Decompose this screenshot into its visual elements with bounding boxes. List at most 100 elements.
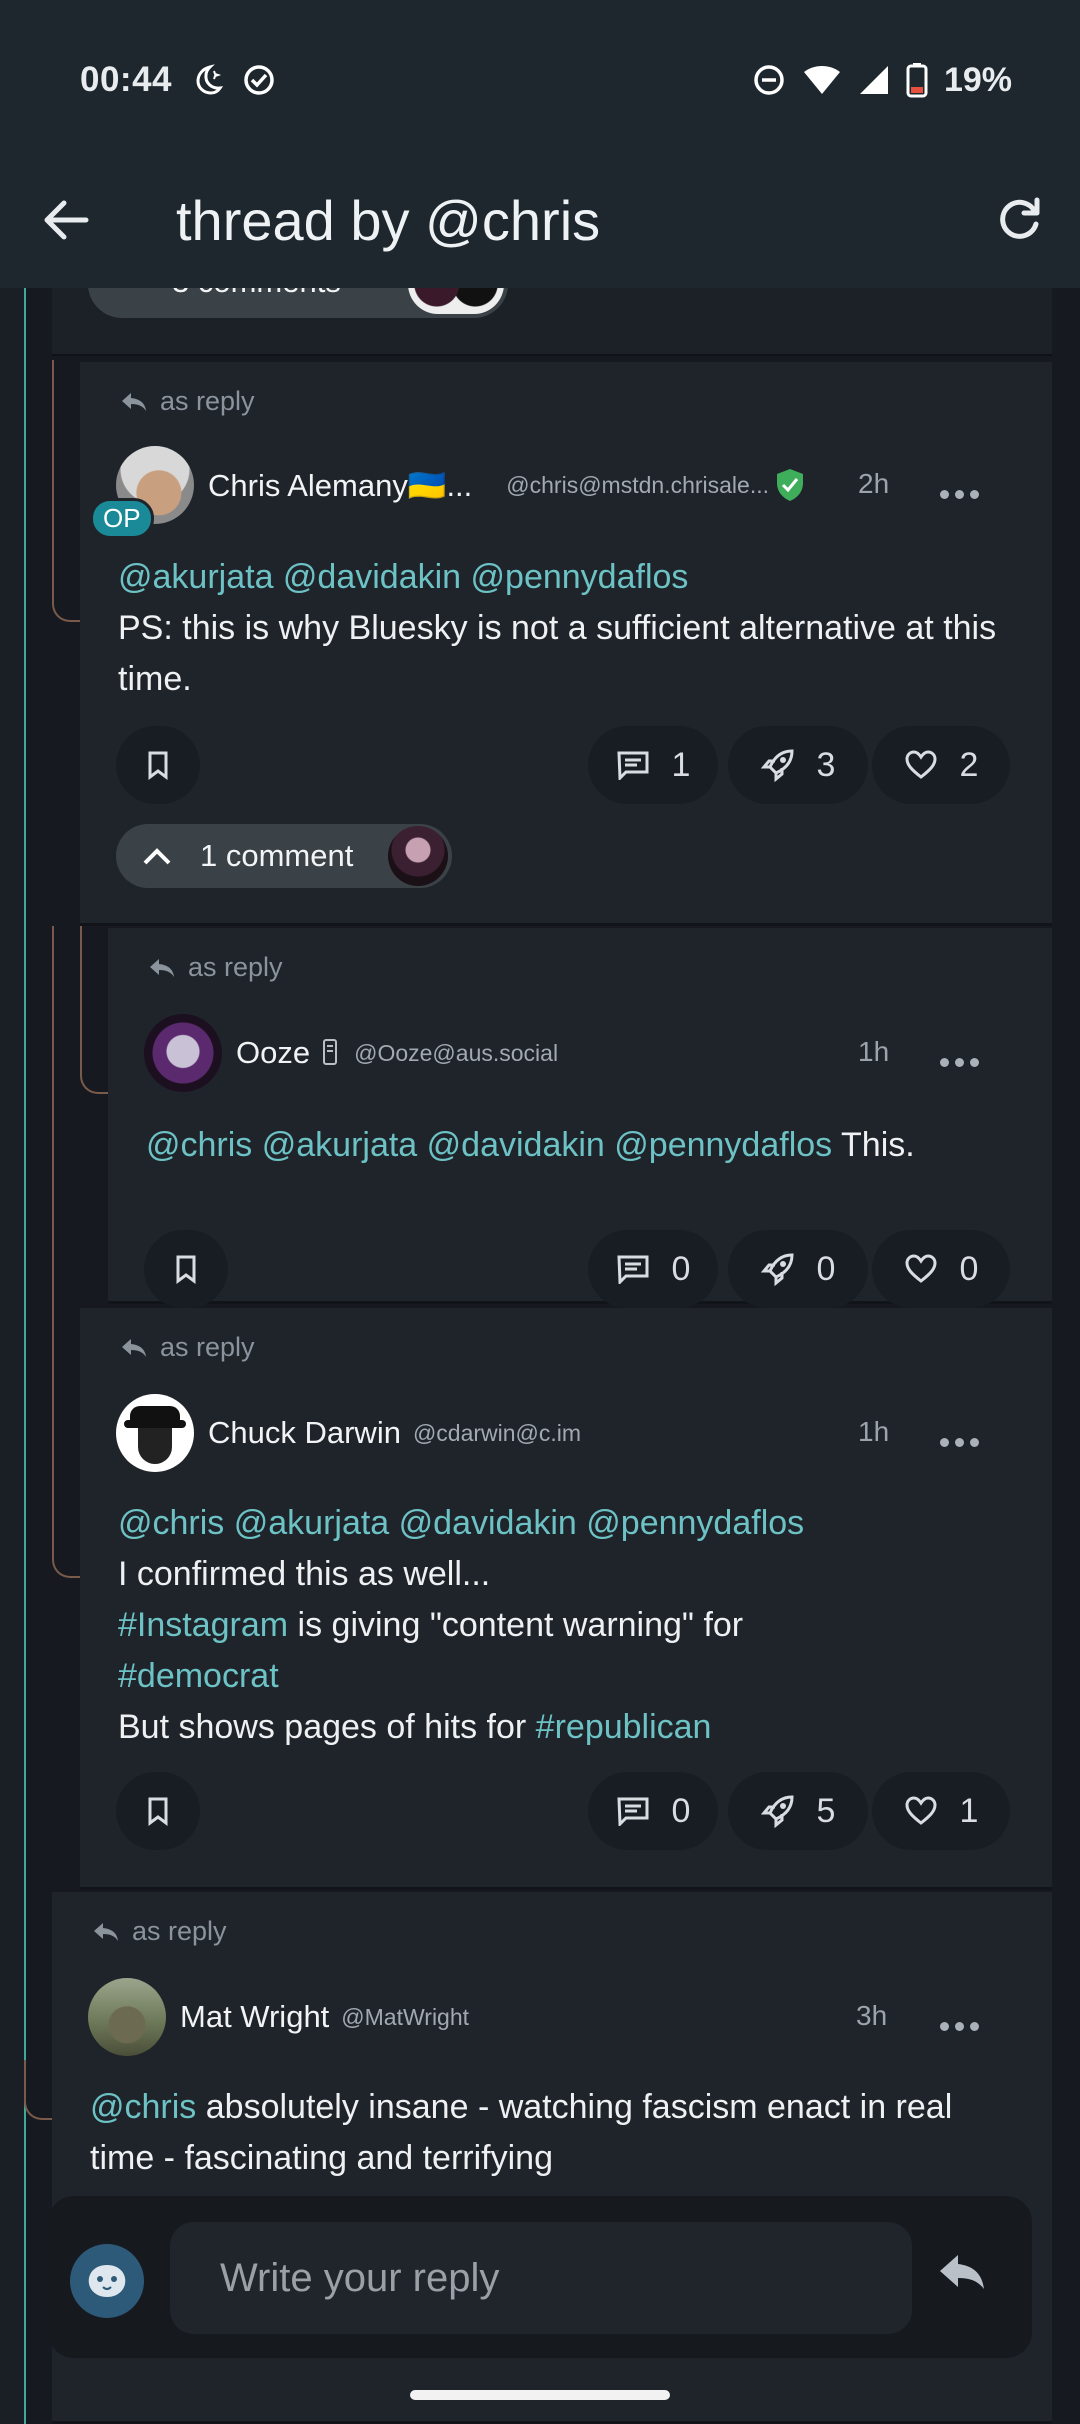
post-author[interactable]: Chris Alemany🇺🇦... @chris@mstdn.chrisale… <box>116 446 805 524</box>
send-reply-icon[interactable] <box>936 2252 988 2292</box>
author-name[interactable]: Ooze <box>236 1035 310 1071</box>
post-actions: 1 3 2 <box>116 726 1016 804</box>
author-handle[interactable]: @Ooze@aus.social <box>354 1040 558 1067</box>
post-time: 2h <box>858 468 890 499</box>
bookmark-icon <box>148 1797 168 1826</box>
heart-icon <box>905 1254 937 1283</box>
my-avatar[interactable] <box>70 2244 144 2318</box>
hashtag[interactable]: #republican <box>536 1708 712 1746</box>
dnd-icon <box>754 65 784 95</box>
post-author[interactable]: Mat Wright @MatWright <box>88 1978 469 2056</box>
boost-count: 3 <box>816 745 836 784</box>
author-handle[interactable]: @chris@mstdn.chrisale... <box>506 472 769 499</box>
author-name[interactable]: Mat Wright <box>180 1999 329 2035</box>
heart-icon <box>905 1796 937 1825</box>
post-text: PS: this is why Bluesky is not a suffici… <box>118 609 997 698</box>
thread-gutter <box>0 288 24 2424</box>
fav-count: 1 <box>959 1791 979 1830</box>
mentions[interactable]: @akurjata @davidakin @pennydaflos <box>118 552 1018 603</box>
boost-button[interactable]: 3 <box>728 726 868 804</box>
comments-pill-label: 1 comment <box>200 838 354 873</box>
reply-count: 0 <box>671 1249 691 1288</box>
mentions[interactable]: @chris @akurjata @davidakin @pennydaflos <box>118 1498 1018 1549</box>
favourite-button[interactable]: 2 <box>872 726 1010 804</box>
post-content: @chris @akurjata @davidakin @pennydaflos… <box>118 1498 1018 1753</box>
hashtag[interactable]: #Instagram <box>118 1606 288 1644</box>
post-time: 3h <box>856 2000 888 2031</box>
reply-count: 0 <box>671 1791 691 1830</box>
post-card: as reply Chuck Darwin @cdarwin@c.im 1h @… <box>80 1308 1052 1890</box>
reply-input[interactable]: Write your reply <box>170 2222 912 2334</box>
more-options-icon[interactable] <box>940 2022 979 2031</box>
home-indicator[interactable] <box>410 2390 670 2400</box>
verified-shield-icon <box>777 469 803 501</box>
rocket-icon <box>760 1795 794 1828</box>
as-reply-label: as reply <box>92 1916 227 1947</box>
more-options-icon[interactable] <box>940 1058 979 1067</box>
op-badge: OP <box>90 498 154 539</box>
favourite-button[interactable]: 0 <box>872 1230 1010 1308</box>
mentions[interactable]: @chris <box>90 2088 196 2126</box>
author-name[interactable]: Chris Alemany🇺🇦... <box>208 467 472 504</box>
author-name[interactable]: Chuck Darwin <box>208 1415 401 1451</box>
thread-connector <box>52 926 82 1578</box>
post-text-line: is giving "content warning" for <box>288 1606 744 1644</box>
bookmark-icon <box>176 1255 196 1284</box>
avatar[interactable] <box>116 1394 194 1472</box>
thread-connector <box>24 2060 54 2120</box>
as-reply-text: as reply <box>132 1916 227 1946</box>
bookmark-button[interactable] <box>144 1230 228 1308</box>
favourite-button[interactable]: 1 <box>872 1772 1010 1850</box>
post-text-line: But shows pages of hits for <box>118 1708 536 1746</box>
hashtag[interactable]: #democrat <box>118 1651 1018 1702</box>
as-reply-label: as reply <box>120 1332 255 1363</box>
more-options-icon[interactable] <box>940 1438 979 1447</box>
as-reply-text: as reply <box>160 1332 255 1362</box>
status-time: 00:44 <box>80 60 173 99</box>
battery-percent: 19% <box>943 60 1012 99</box>
post-actions: 0 5 1 <box>116 1772 1016 1850</box>
bookmark-button[interactable] <box>116 1772 200 1850</box>
app-header: 00:44 19% thread by @chris <box>0 0 1080 288</box>
post-author[interactable]: Chuck Darwin @cdarwin@c.im <box>116 1394 581 1472</box>
boost-button[interactable]: 0 <box>728 1230 868 1308</box>
reply-button[interactable]: 1 <box>588 726 718 804</box>
post-content: @chris @akurjata @davidakin @pennydaflos… <box>146 1120 1036 1171</box>
as-reply-text: as reply <box>160 386 255 416</box>
reply-composer: Write your reply <box>48 2196 1032 2358</box>
reply-button[interactable]: 0 <box>588 1230 718 1308</box>
boost-count: 0 <box>816 1249 836 1288</box>
more-options-icon[interactable] <box>940 490 979 499</box>
comment-icon <box>616 1797 649 1826</box>
post-card: as reply Ooze @Ooze@aus.social 1h @chris… <box>108 928 1052 1308</box>
mentions[interactable]: @chris @akurjata @davidakin @pennydaflos <box>146 1126 832 1164</box>
reply-arrow-icon <box>122 1338 146 1357</box>
chevron-up-icon <box>143 848 171 865</box>
post-card: as reply Chris Alemany🇺🇦... @chris@mstdn… <box>80 362 1052 926</box>
bookmark-button[interactable] <box>116 726 200 804</box>
reply-count: 1 <box>671 745 691 784</box>
thread-connector <box>80 926 108 1094</box>
refresh-icon[interactable] <box>994 194 1044 244</box>
post-content: @chris absolutely insane - watching fasc… <box>90 2082 1020 2184</box>
reply-arrow-icon <box>94 1922 118 1941</box>
page-title: thread by @chris <box>176 189 601 252</box>
do-not-disturb-moon-icon <box>196 64 224 95</box>
post-content: @akurjata @davidakin @pennydaflos PS: th… <box>118 552 1018 705</box>
post-text: absolutely insane - watching fascism ena… <box>90 2088 953 2177</box>
boost-button[interactable]: 5 <box>728 1772 868 1850</box>
reply-placeholder: Write your reply <box>220 2255 500 2300</box>
reply-button[interactable]: 0 <box>588 1772 718 1850</box>
as-reply-label: as reply <box>148 952 283 983</box>
author-handle[interactable]: @MatWright <box>341 2004 469 2031</box>
avatar[interactable] <box>88 1978 166 2056</box>
comments-pill[interactable]: 1 comment <box>116 824 452 888</box>
as-reply-label: as reply <box>120 386 255 417</box>
avatar[interactable] <box>144 1014 222 1092</box>
back-arrow-icon[interactable] <box>40 194 92 246</box>
post-author[interactable]: Ooze @Ooze@aus.social <box>144 1014 558 1092</box>
as-reply-text: as reply <box>188 952 283 982</box>
author-handle[interactable]: @cdarwin@c.im <box>413 1420 581 1447</box>
mastodon-elephant-icon <box>88 2265 126 2297</box>
boost-count: 5 <box>816 1791 836 1830</box>
